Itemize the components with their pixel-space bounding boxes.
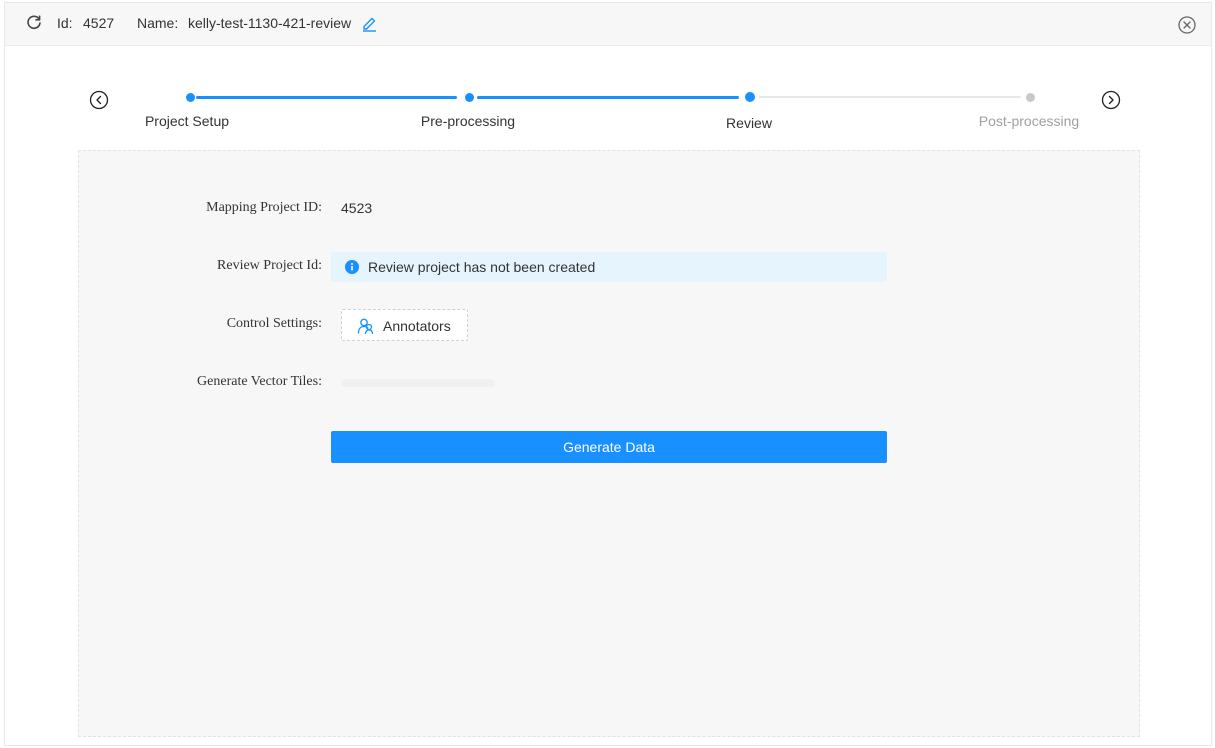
step-dot [465, 93, 474, 102]
project-dialog: Id: 4527 Name: kelly-test-1130-421-revie… [4, 2, 1212, 746]
step-dot [186, 93, 195, 102]
step-connector [759, 96, 1021, 98]
info-circle-icon [345, 260, 359, 274]
name-label: Name: [137, 15, 179, 31]
chevron-left-circle-icon[interactable] [89, 90, 109, 110]
step-project-setup[interactable]: Project Setup [145, 113, 229, 129]
annotators-button-label: Annotators [383, 318, 451, 334]
step-connector [196, 96, 457, 99]
step-review[interactable]: Review [726, 115, 772, 131]
close-circle-icon[interactable] [1177, 15, 1197, 35]
step-dot [1026, 93, 1035, 102]
step-pre-processing[interactable]: Pre-processing [421, 113, 515, 129]
generate-data-button[interactable]: Generate Data [331, 431, 887, 463]
chevron-right-circle-icon[interactable] [1101, 90, 1121, 110]
generate-vector-tiles-label: Generate Vector Tiles: [197, 374, 322, 389]
vector-tiles-progress [341, 379, 495, 387]
id-label: Id: [57, 15, 73, 31]
mapping-project-id-label: Mapping Project ID: [206, 200, 322, 215]
review-project-alert: Review project has not been created [331, 252, 887, 282]
dialog-header: Id: 4527 Name: kelly-test-1130-421-revie… [5, 3, 1211, 46]
refresh-icon[interactable] [25, 14, 43, 32]
project-name: kelly-test-1130-421-review [188, 15, 352, 31]
control-settings-label: Control Settings: [226, 316, 322, 331]
step-dot-current [745, 92, 755, 102]
step-connector [477, 96, 739, 99]
users-icon [357, 318, 374, 335]
review-project-id-label: Review Project Id: [217, 258, 322, 273]
step-post-processing[interactable]: Post-processing [979, 113, 1079, 129]
edit-icon[interactable] [361, 15, 378, 32]
mapping-project-id-value: 4523 [341, 200, 373, 216]
review-project-alert-text: Review project has not been created [368, 259, 596, 275]
annotators-button[interactable]: Annotators [341, 309, 468, 341]
id-value: 4527 [83, 15, 115, 31]
